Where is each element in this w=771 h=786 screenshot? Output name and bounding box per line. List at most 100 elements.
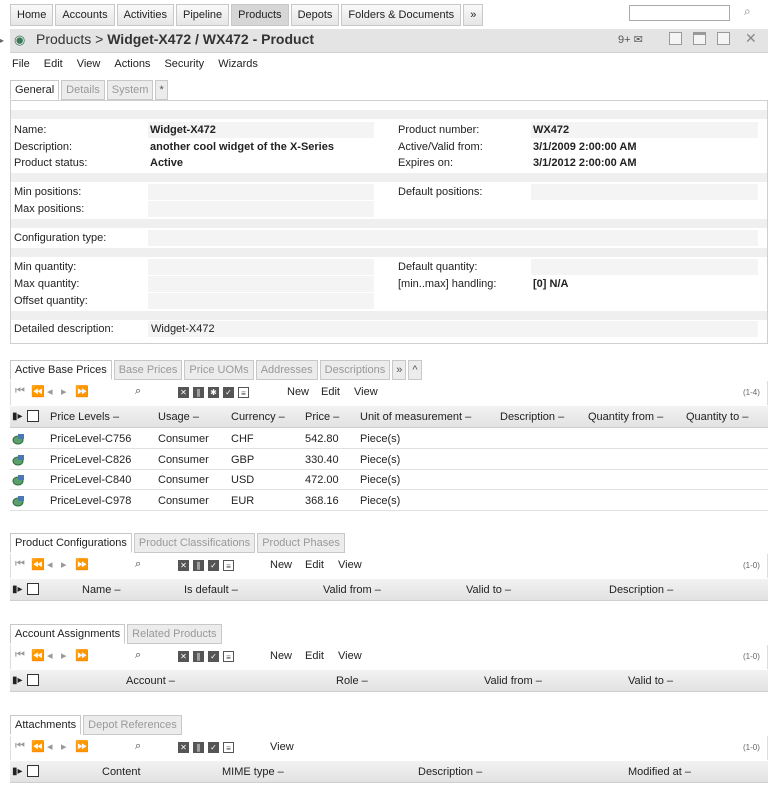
col-valid-from[interactable]: Valid from ‒ <box>323 584 381 596</box>
close-icon[interactable]: ✕ <box>745 30 757 47</box>
nav-tab-accounts[interactable]: Accounts <box>55 4 115 26</box>
table-row[interactable]: PriceLevel-C978 Consumer EUR 368.16 Piece(s) <box>10 491 768 511</box>
select-all-checkbox[interactable] <box>27 765 39 777</box>
select-all-checkbox[interactable] <box>27 410 39 422</box>
nav-tab-activities[interactable]: Activities <box>116 4 174 26</box>
table-row[interactable]: PriceLevel-C840 Consumer USD 472.00 Piece(s) <box>10 470 768 490</box>
nav-tab-products[interactable]: Products <box>231 4 289 26</box>
print-icon[interactable] <box>717 32 730 45</box>
col-mime-type[interactable]: MIME type ‒ <box>222 766 284 778</box>
next-icon[interactable]: ▸ <box>61 740 67 753</box>
menu-wizards[interactable]: Wizards <box>218 58 258 70</box>
menu-view[interactable]: View <box>77 58 101 70</box>
edit-button[interactable]: Edit <box>321 386 340 398</box>
row-toggle-icon[interactable]: ▮▸ <box>12 675 23 686</box>
prev-icon[interactable]: ◂ <box>47 558 53 571</box>
select-icon[interactable]: ✓ <box>208 560 219 571</box>
tab-attachments[interactable]: Attachments <box>10 715 82 735</box>
tab-collapse[interactable]: ^ <box>408 360 422 380</box>
first-page-icon[interactable]: ⏮ <box>15 558 25 571</box>
prev-icon[interactable]: ◂ <box>47 385 53 398</box>
row-toggle-icon[interactable]: ▮▸ <box>12 411 23 422</box>
tab-addresses[interactable]: Addresses <box>255 360 318 380</box>
view-button[interactable]: View <box>354 386 378 398</box>
window-maximize-icon[interactable] <box>693 32 706 45</box>
list-icon[interactable]: ≡ <box>238 387 249 398</box>
col-valid-to[interactable]: Valid to ‒ <box>466 584 511 596</box>
tab-details[interactable]: Details <box>61 80 105 100</box>
nav-tab-more[interactable]: » <box>463 4 484 26</box>
new-button[interactable]: New <box>270 650 292 662</box>
search-icon[interactable]: ⌕ <box>135 740 141 753</box>
next-icon[interactable]: ▸ <box>61 558 67 571</box>
tab-base-prices[interactable]: Base Prices <box>113 360 183 380</box>
prev-page-icon[interactable]: ⏪ <box>31 649 45 662</box>
tab-product-phases[interactable]: Product Phases <box>257 533 345 553</box>
nav-tab-pipeline[interactable]: Pipeline <box>176 4 230 26</box>
nav-tab-home[interactable]: Home <box>10 4 54 26</box>
view-button[interactable]: View <box>338 559 362 571</box>
last-page-icon[interactable]: ⏩ <box>75 385 89 398</box>
side-expand-icon[interactable]: ▸ <box>0 36 6 50</box>
settings-icon[interactable]: ✱ <box>208 387 219 398</box>
col-modified-at[interactable]: Modified at ‒ <box>628 766 691 778</box>
list-icon[interactable]: ≡ <box>223 560 234 571</box>
edit-button[interactable]: Edit <box>305 650 324 662</box>
notification-count[interactable]: 9+ ✉ <box>618 33 643 46</box>
search-icon[interactable]: ⌕ <box>744 4 751 19</box>
col-valid-from[interactable]: Valid from ‒ <box>484 675 542 687</box>
select-icon[interactable]: ✓ <box>223 387 234 398</box>
tab-descriptions[interactable]: Descriptions <box>319 360 391 380</box>
next-icon[interactable]: ▸ <box>61 385 67 398</box>
col-role[interactable]: Role ‒ <box>336 675 368 687</box>
col-valid-to[interactable]: Valid to ‒ <box>628 675 673 687</box>
columns-icon[interactable]: ∥ <box>193 387 204 398</box>
tab-more[interactable]: » <box>392 360 407 380</box>
clear-filter-icon[interactable]: ✕ <box>178 651 189 662</box>
last-page-icon[interactable]: ⏩ <box>75 740 89 753</box>
col-description[interactable]: Description ‒ <box>609 584 673 596</box>
search-icon[interactable]: ⌕ <box>135 558 141 571</box>
col-name[interactable]: Name ‒ <box>82 584 121 596</box>
list-icon[interactable]: ≡ <box>223 651 234 662</box>
col-content[interactable]: Content <box>102 766 141 778</box>
table-row[interactable]: PriceLevel-C826 Consumer GBP 330.40 Piece(s) <box>10 450 768 470</box>
last-page-icon[interactable]: ⏩ <box>75 649 89 662</box>
col-is-default[interactable]: Is default ‒ <box>184 584 238 596</box>
view-button[interactable]: View <box>338 650 362 662</box>
new-button[interactable]: New <box>270 559 292 571</box>
tab-price-uoms[interactable]: Price UOMs <box>184 360 254 380</box>
prev-page-icon[interactable]: ⏪ <box>31 385 45 398</box>
tab-active-base-prices[interactable]: Active Base Prices <box>10 360 112 380</box>
select-all-checkbox[interactable] <box>27 583 39 595</box>
row-toggle-icon[interactable]: ▮▸ <box>12 766 23 777</box>
col-description[interactable]: Description ‒ <box>418 766 482 778</box>
nav-tab-depots[interactable]: Depots <box>290 4 340 26</box>
tab-product-classifications[interactable]: Product Classifications <box>133 533 256 553</box>
clear-filter-icon[interactable]: ✕ <box>178 387 189 398</box>
tab-related-products[interactable]: Related Products <box>127 624 222 644</box>
tab-depot-references[interactable]: Depot References <box>83 715 182 735</box>
menu-edit[interactable]: Edit <box>44 58 63 70</box>
select-icon[interactable]: ✓ <box>208 742 219 753</box>
first-page-icon[interactable]: ⏮ <box>15 740 25 753</box>
col-currency[interactable]: Currency ‒ <box>231 411 285 423</box>
columns-icon[interactable]: ∥ <box>193 560 204 571</box>
prev-page-icon[interactable]: ⏪ <box>31 558 45 571</box>
first-page-icon[interactable]: ⏮ <box>15 385 25 398</box>
col-quantity-to[interactable]: Quantity to ‒ <box>686 411 748 423</box>
first-page-icon[interactable]: ⏮ <box>15 649 25 662</box>
select-all-checkbox[interactable] <box>27 674 39 686</box>
price-level-icon[interactable] <box>12 474 25 486</box>
col-price[interactable]: Price ‒ <box>305 411 339 423</box>
table-row[interactable]: PriceLevel-C756 Consumer CHF 542.80 Piece(s) <box>10 429 768 449</box>
search-input[interactable] <box>629 5 730 21</box>
window-normal-icon[interactable] <box>669 32 682 45</box>
prev-icon[interactable]: ◂ <box>47 649 53 662</box>
tab-product-configurations[interactable]: Product Configurations <box>10 533 132 553</box>
search-icon[interactable]: ⌕ <box>135 649 141 662</box>
col-account[interactable]: Account ‒ <box>126 675 175 687</box>
col-usage[interactable]: Usage ‒ <box>158 411 199 423</box>
tab-account-assignments[interactable]: Account Assignments <box>10 624 126 644</box>
nav-tab-folders[interactable]: Folders & Documents <box>341 4 462 26</box>
